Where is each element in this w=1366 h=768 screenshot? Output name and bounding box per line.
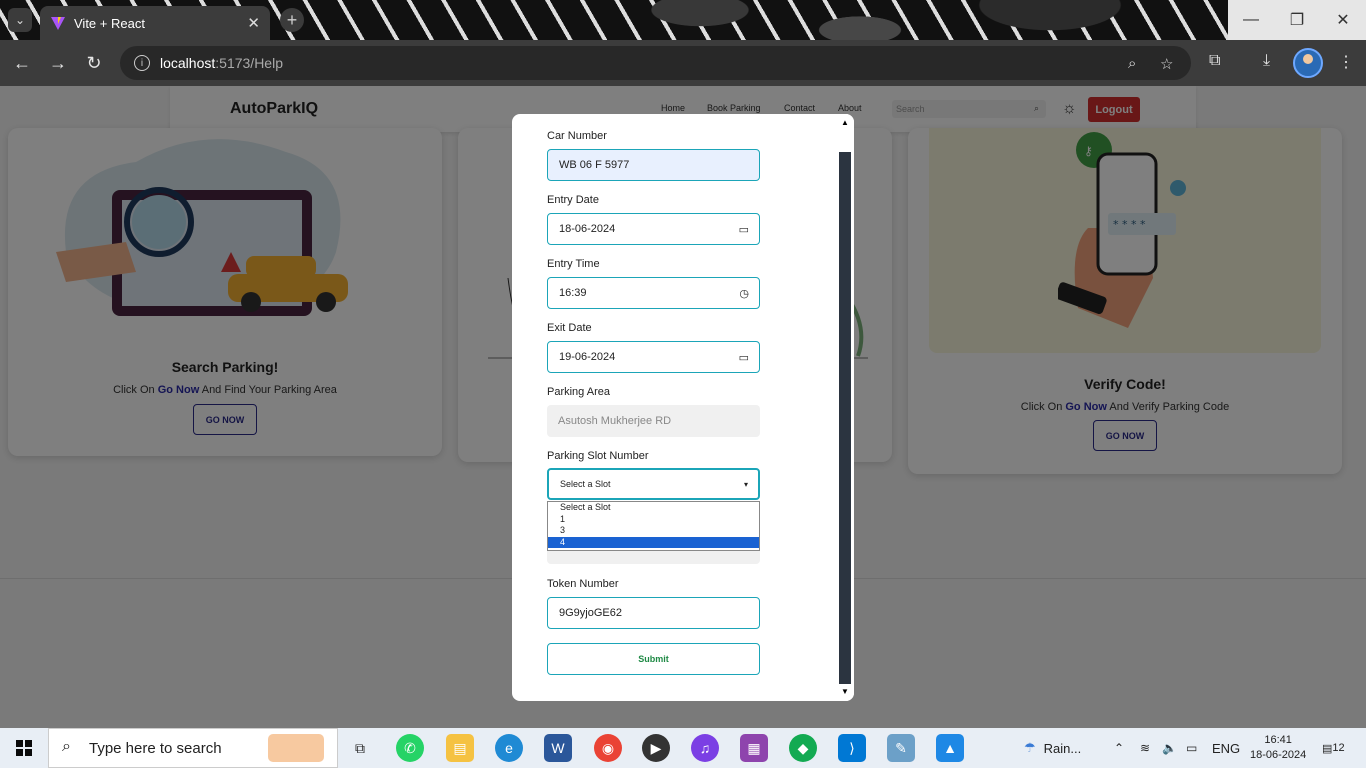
notes-app-icon[interactable]: ✎: [887, 734, 915, 762]
parking-area-input: Asutosh Mukherjee RD: [547, 405, 760, 437]
chevron-down-icon[interactable]: ▾: [744, 480, 748, 489]
extensions-icon[interactable]: ⧉: [1209, 52, 1220, 70]
slot-label: Parking Slot Number: [547, 450, 649, 462]
browser-tab-bar: ⌄ Vite + React ✕ + — ❐ ✕: [0, 0, 1366, 40]
calendar-icon[interactable]: ▭: [739, 223, 749, 236]
profile-avatar[interactable]: [1293, 48, 1323, 78]
entry-date-input[interactable]: 18-06-2024 ▭: [547, 213, 760, 245]
tab-search-button[interactable]: ⌄: [8, 8, 32, 32]
search-highlight-icon[interactable]: [268, 734, 324, 762]
vscode-icon[interactable]: ⟩: [838, 734, 866, 762]
browser-toolbar: ← → ↻ i localhost:5173/Help ⌕ ☆ ⧉ ⤓ ⋮: [0, 40, 1366, 86]
chrome-icon[interactable]: ◉: [594, 734, 622, 762]
token-input[interactable]: 9G9yjoGE62: [547, 597, 760, 629]
slot-option[interactable]: 3: [548, 525, 759, 537]
task-view-icon[interactable]: ⧉: [346, 734, 374, 762]
download-icon[interactable]: ⤓: [1263, 52, 1270, 70]
slot-option[interactable]: 1: [548, 514, 759, 526]
entry-time-label: Entry Time: [547, 258, 600, 270]
url-path: :5173/Help: [215, 55, 283, 71]
entry-date-label: Entry Date: [547, 194, 599, 206]
rain-icon: ☂: [1024, 740, 1036, 755]
tab-title: Vite + React: [74, 15, 145, 31]
weather-widget[interactable]: ☂ Rain...: [1024, 728, 1081, 768]
slot-select[interactable]: Select a Slot ▾: [547, 468, 760, 500]
bookmark-star-icon[interactable]: ☆: [1160, 55, 1173, 73]
token-label: Token Number: [547, 578, 619, 590]
close-window-button[interactable]: ✕: [1320, 0, 1366, 40]
video-editor-icon[interactable]: ▦: [740, 734, 768, 762]
audio-app-icon[interactable]: ♫: [691, 734, 719, 762]
site-info-icon[interactable]: i: [134, 55, 150, 71]
back-icon[interactable]: ←: [10, 51, 34, 75]
clock-icon[interactable]: ◷: [739, 287, 749, 300]
minimize-button[interactable]: —: [1228, 0, 1274, 40]
volume-icon[interactable]: 🔈: [1162, 728, 1177, 768]
calendar-icon[interactable]: ▭: [739, 351, 749, 364]
mongodb-icon[interactable]: ◆: [789, 734, 817, 762]
address-bar[interactable]: i localhost:5173/Help ⌕ ☆: [120, 46, 1191, 80]
booking-modal: ▲ ▼ Car Number WB 06 F 5977 Entry Date 1…: [512, 114, 854, 701]
file-explorer-icon[interactable]: ▤: [446, 734, 474, 762]
parking-area-label: Parking Area: [547, 386, 610, 398]
submit-button[interactable]: Submit: [547, 643, 760, 675]
tray-chevron-icon[interactable]: ⌃: [1114, 728, 1124, 768]
forward-icon[interactable]: →: [46, 51, 70, 75]
wifi-icon[interactable]: ≋: [1140, 728, 1150, 768]
battery-icon[interactable]: ▭: [1186, 728, 1197, 768]
slot-option[interactable]: Select a Slot: [548, 502, 759, 514]
media-player-icon[interactable]: ▶: [642, 734, 670, 762]
notifications-icon[interactable]: ▤ 12: [1322, 728, 1345, 768]
edge-icon[interactable]: e: [495, 734, 523, 762]
windows-start-icon[interactable]: [16, 740, 32, 756]
language-indicator[interactable]: ENG: [1212, 728, 1240, 768]
new-tab-button[interactable]: +: [280, 8, 304, 32]
entry-time-input[interactable]: 16:39 ◷: [547, 277, 760, 309]
clock[interactable]: 16:41 18-06-2024: [1250, 728, 1306, 768]
slot-option-highlighted[interactable]: 4: [548, 536, 759, 548]
vite-icon: [51, 17, 65, 30]
menu-icon[interactable]: ⋮: [1338, 52, 1354, 72]
restore-button[interactable]: ❐: [1274, 0, 1320, 40]
scroll-up-icon[interactable]: ▲: [841, 118, 849, 127]
reload-icon[interactable]: ↻: [82, 51, 106, 75]
car-number-input[interactable]: WB 06 F 5977: [547, 149, 760, 181]
word-icon[interactable]: W: [544, 734, 572, 762]
url-host: localhost: [160, 55, 216, 71]
slot-dropdown-list: Select a Slot 1 3 4: [547, 501, 760, 551]
page-viewport: AutoParkIQ Home Book Parking Contact Abo…: [0, 86, 1366, 728]
photos-icon[interactable]: ▲: [936, 734, 964, 762]
whatsapp-icon[interactable]: ✆: [396, 734, 424, 762]
zoom-icon[interactable]: ⌕: [1128, 55, 1136, 72]
windows-taskbar: Type here to search ⌕ ⧉ ✆ ▤ e W ◉ ▶ ♫ ▦ …: [0, 728, 1366, 768]
exit-date-input[interactable]: 19-06-2024 ▭: [547, 341, 760, 373]
scrollbar-thumb[interactable]: [839, 152, 851, 684]
car-number-label: Car Number: [547, 130, 607, 142]
tab-close-icon[interactable]: ✕: [247, 14, 260, 32]
search-icon: ⌕: [62, 738, 71, 755]
exit-date-label: Exit Date: [547, 322, 592, 334]
browser-tab[interactable]: Vite + React ✕: [40, 6, 270, 40]
scroll-down-icon[interactable]: ▼: [841, 687, 849, 696]
